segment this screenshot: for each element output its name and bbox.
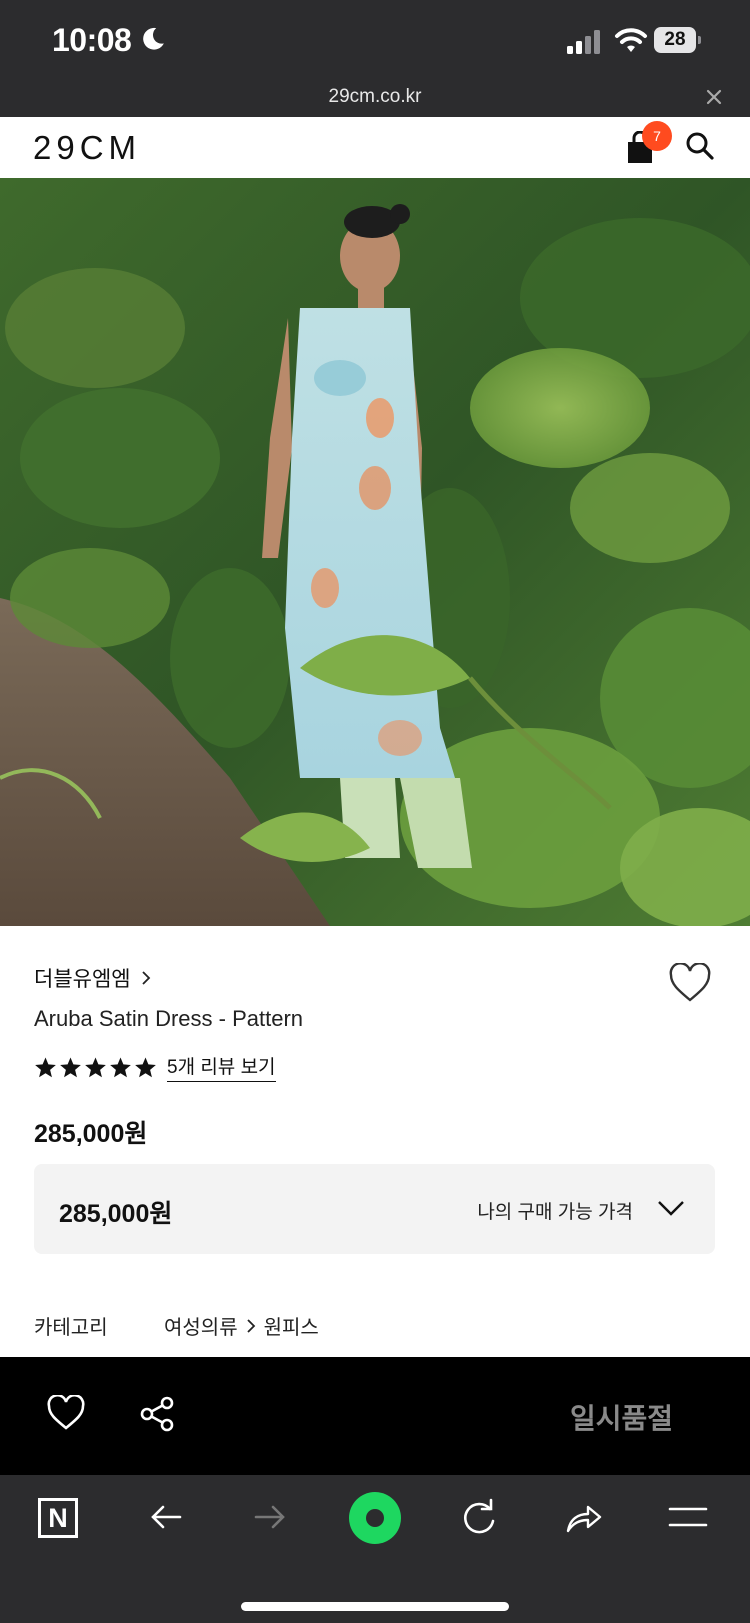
- product-image[interactable]: [0, 178, 750, 926]
- chevron-right-icon: [141, 971, 150, 985]
- naver-app-icon[interactable]: N: [38, 1498, 78, 1538]
- browser-url-bar[interactable]: 29cm.co.kr: [0, 80, 750, 117]
- heart-icon[interactable]: [668, 963, 712, 1003]
- browser-toolbar: N: [0, 1475, 750, 1623]
- chevron-right-icon: [246, 1318, 255, 1333]
- cart-count-badge: 7: [642, 121, 672, 151]
- purchase-price-value: 285,000원: [59, 1200, 173, 1228]
- star-icon: [35, 1056, 56, 1077]
- home-indicator: [241, 1602, 509, 1611]
- purchase-action-bar: 일시품절: [0, 1357, 750, 1475]
- status-time: 10:08: [52, 22, 132, 58]
- site-logo[interactable]: 29CM: [33, 129, 141, 167]
- sold-out-button[interactable]: 일시품절: [570, 1397, 673, 1437]
- battery-level: 28: [654, 27, 696, 53]
- category-breadcrumb: 여성의류 원피스: [164, 1311, 319, 1340]
- status-bar: 10:08 28: [0, 0, 750, 80]
- review-link[interactable]: 5개 리뷰 보기: [167, 1052, 276, 1082]
- site-header: 29CM 7: [0, 117, 750, 178]
- category-item-dress[interactable]: 원피스: [264, 1311, 319, 1340]
- cellular-signal-icon: [567, 30, 600, 54]
- star-icon: [135, 1056, 156, 1077]
- moon-icon: [143, 27, 164, 50]
- chevron-down-icon[interactable]: [657, 1197, 685, 1219]
- product-name: Aruba Satin Dress - Pattern: [34, 1006, 304, 1031]
- category-item-womens-clothing[interactable]: 여성의류: [164, 1311, 238, 1340]
- share-icon[interactable]: [138, 1395, 176, 1433]
- purchase-price-label: 나의 구매 가능 가격: [477, 1202, 633, 1223]
- brand-name: 더블유엠엠: [34, 968, 131, 991]
- green-dot-home-icon[interactable]: [348, 1491, 402, 1545]
- forward-arrow-icon[interactable]: [252, 1499, 288, 1535]
- product-photo: [0, 178, 750, 926]
- star-icon: [85, 1056, 106, 1077]
- back-arrow-icon[interactable]: [148, 1499, 184, 1535]
- close-icon[interactable]: [703, 86, 725, 108]
- heart-icon[interactable]: [46, 1395, 86, 1431]
- url-text[interactable]: 29cm.co.kr: [0, 86, 750, 108]
- category-label: 카테고리: [34, 1317, 108, 1339]
- product-price: 285,000원: [34, 1120, 148, 1148]
- search-icon[interactable]: [685, 131, 715, 161]
- battery-nub: [698, 36, 701, 44]
- star-icon: [60, 1056, 81, 1077]
- reload-icon[interactable]: [460, 1497, 498, 1537]
- brand-link[interactable]: 더블유엠엠: [34, 963, 151, 993]
- forward-share-icon[interactable]: [564, 1499, 604, 1535]
- wifi-icon: [615, 28, 647, 52]
- star-rating: [34, 1056, 157, 1079]
- menu-icon[interactable]: [668, 1505, 708, 1529]
- battery-indicator: 28: [654, 27, 701, 53]
- rating-row: 5개 리뷰 보기: [34, 1052, 276, 1082]
- category-row: 카테고리 여성의류 원피스: [34, 1311, 319, 1340]
- star-icon: [110, 1056, 131, 1077]
- purchase-price-box[interactable]: 285,000원 나의 구매 가능 가격: [34, 1164, 715, 1254]
